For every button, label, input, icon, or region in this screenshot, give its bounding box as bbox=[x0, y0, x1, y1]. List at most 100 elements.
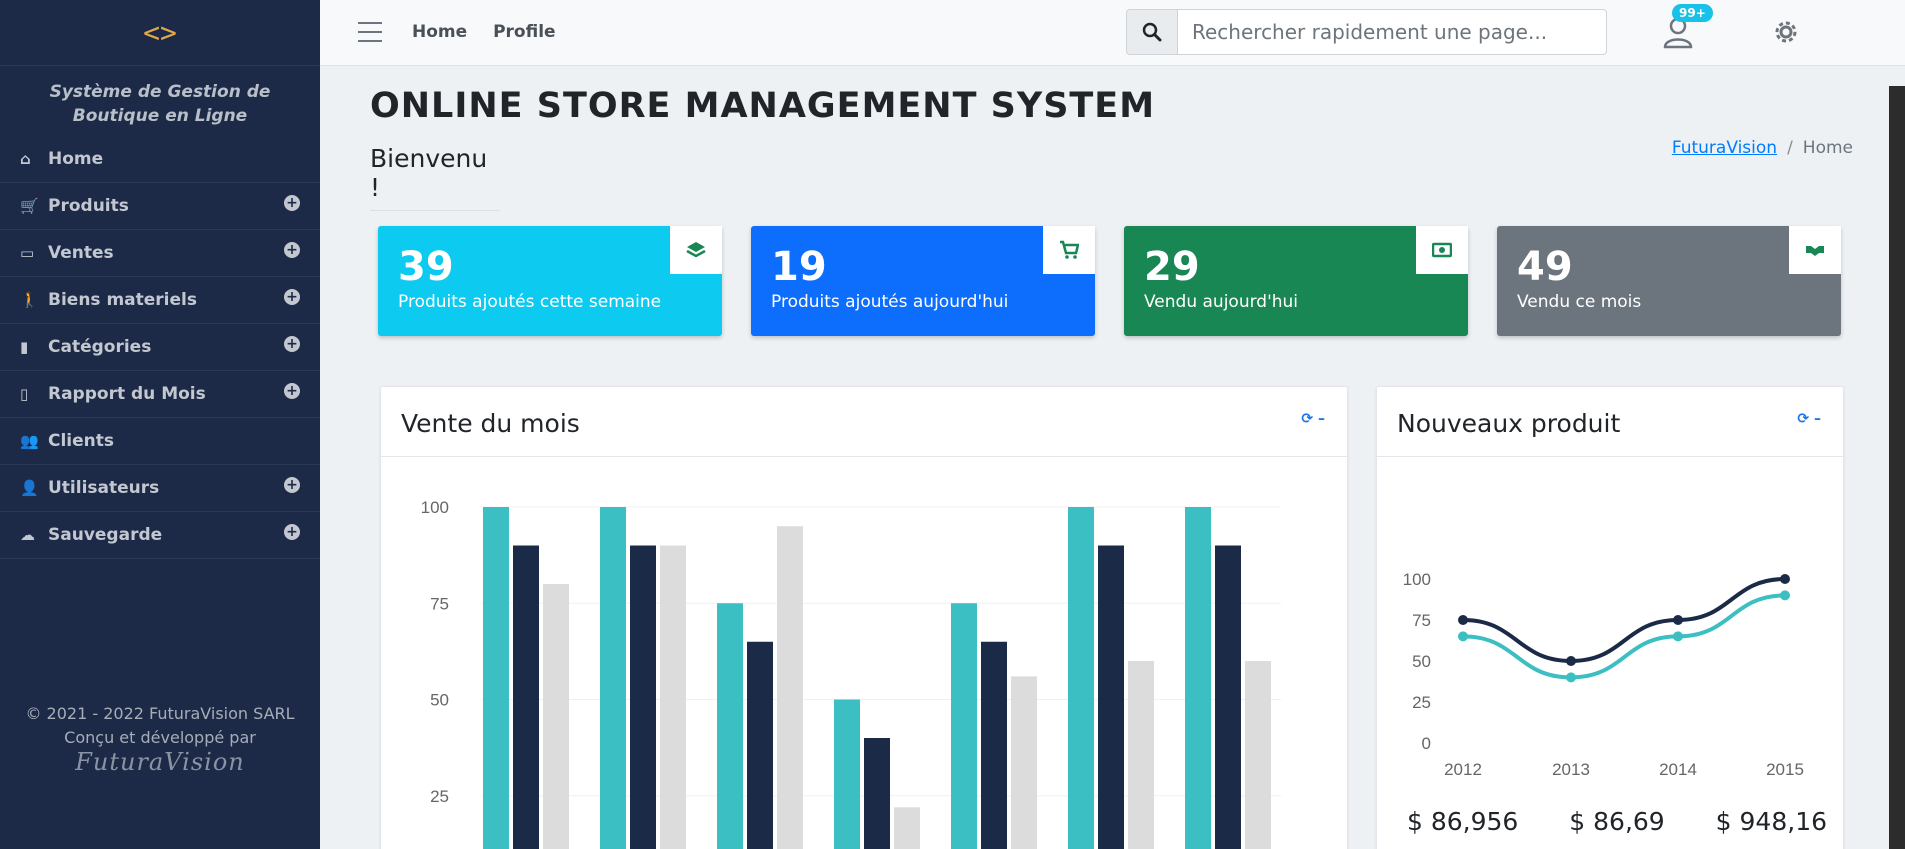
data-point[interactable] bbox=[1566, 672, 1576, 683]
data-point[interactable] bbox=[1458, 615, 1468, 625]
bar[interactable] bbox=[1128, 661, 1154, 849]
bar[interactable] bbox=[600, 507, 626, 849]
book-icon: ▮ bbox=[20, 338, 29, 356]
sidebar-item-label: Ventes bbox=[48, 243, 114, 263]
file-icon: ▯ bbox=[20, 385, 29, 403]
user-cog-icon: 👤 bbox=[20, 479, 39, 497]
nav-home-link[interactable]: Home bbox=[412, 22, 467, 42]
bar[interactable] bbox=[1245, 661, 1271, 849]
sidebar-item-label: Home bbox=[48, 149, 104, 169]
stat-value: 29 bbox=[1144, 244, 1200, 290]
sidebar: <> Système de Gestion de Boutique en Lig… bbox=[0, 0, 320, 849]
new-products-card-tools[interactable]: ⟳ – bbox=[1797, 411, 1821, 427]
sidebar-item-ventes[interactable]: ▭ Ventes + bbox=[0, 230, 320, 277]
expand-plus-icon[interactable]: + bbox=[284, 383, 300, 399]
data-point[interactable] bbox=[1673, 631, 1683, 642]
brand-logo[interactable]: <> bbox=[0, 0, 320, 66]
sales-bar-chart: 25 50 75 100 bbox=[421, 498, 1281, 849]
sidebar-item-label: Clients bbox=[48, 431, 115, 451]
sidebar-item-clients[interactable]: 👥 Clients bbox=[0, 418, 320, 465]
sidebar-item-rapport-du-mois[interactable]: ▯ Rapport du Mois + bbox=[0, 371, 320, 418]
top-nav: Home Profile bbox=[412, 22, 576, 42]
data-point[interactable] bbox=[1458, 631, 1468, 642]
handshake-icon bbox=[1806, 246, 1824, 256]
sidebar-item-cat-gories[interactable]: ▮ Catégories + bbox=[0, 324, 320, 371]
data-point[interactable] bbox=[1780, 590, 1790, 601]
sidebar-item-label: Rapport du Mois bbox=[48, 384, 206, 404]
page-title: ONLINE STORE MANAGEMENT SYSTEM bbox=[370, 86, 1156, 126]
system-name: Système de Gestion de Boutique en Ligne bbox=[49, 82, 271, 126]
amounts-row: $ 86,956 $ 86,69 $ 948,16 bbox=[1407, 807, 1827, 836]
expand-plus-icon[interactable]: + bbox=[284, 195, 300, 211]
breadcrumb-link[interactable]: FuturaVision bbox=[1672, 138, 1777, 158]
bar[interactable] bbox=[1215, 545, 1241, 849]
stat-box[interactable]: 29 Vendu aujourd'hui bbox=[1124, 226, 1468, 336]
bar[interactable] bbox=[894, 807, 920, 849]
bar[interactable] bbox=[1011, 676, 1037, 849]
bar[interactable] bbox=[717, 603, 743, 849]
search-input[interactable] bbox=[1177, 9, 1607, 55]
sidebar-footer: © 2021 - 2022 FuturaVision SARL Conçu et… bbox=[0, 702, 320, 774]
stat-box[interactable]: 39 Produits ajoutés cette semaine bbox=[378, 226, 722, 336]
bar[interactable] bbox=[483, 507, 509, 849]
y-tick-label: 25 bbox=[1412, 693, 1431, 712]
expand-plus-icon[interactable]: + bbox=[284, 289, 300, 305]
sales-card: Vente du mois ⟳ – 25 50 75 100 bbox=[380, 386, 1348, 849]
bar[interactable] bbox=[630, 545, 656, 849]
bar[interactable] bbox=[543, 584, 569, 849]
bar[interactable] bbox=[864, 738, 890, 849]
data-point[interactable] bbox=[1566, 656, 1576, 666]
stat-icon-box bbox=[1416, 226, 1468, 274]
new-products-card-header: Nouveaux produit ⟳ – bbox=[1377, 387, 1843, 457]
gear-icon[interactable] bbox=[1770, 16, 1802, 48]
data-point[interactable] bbox=[1673, 615, 1683, 625]
new-products-card: Nouveaux produit ⟳ – 0 25 50 75 100 2012 2013 2… bbox=[1376, 386, 1844, 849]
sales-card-title: Vente du mois bbox=[401, 409, 580, 438]
nav-profile-link[interactable]: Profile bbox=[493, 22, 555, 42]
home-icon: ⌂ bbox=[20, 150, 31, 168]
sidebar-item-home[interactable]: ⌂ Home bbox=[0, 136, 320, 183]
sidebar-item-biens-materiels[interactable]: 🚶 Biens materiels + bbox=[0, 277, 320, 324]
money-bill-icon bbox=[1432, 242, 1452, 258]
stat-label: Vendu ce mois bbox=[1517, 292, 1642, 312]
layers-icon bbox=[686, 242, 706, 258]
sidebar-item-label: Produits bbox=[48, 196, 129, 216]
sidebar-item-produits[interactable]: 🛒 Produits + bbox=[0, 183, 320, 230]
users-icon: 👥 bbox=[20, 432, 39, 450]
stat-box[interactable]: 19 Produits ajoutés aujourd'hui bbox=[751, 226, 1095, 336]
sales-card-tools[interactable]: ⟳ – bbox=[1301, 411, 1325, 427]
sidebar-item-sauvegarde[interactable]: ☁ Sauvegarde + bbox=[0, 512, 320, 559]
stat-box[interactable]: 49 Vendu ce mois bbox=[1497, 226, 1841, 336]
search-button[interactable] bbox=[1126, 9, 1178, 55]
scrollbar[interactable] bbox=[1889, 86, 1905, 849]
sidebar-item-utilisateurs[interactable]: 👤 Utilisateurs + bbox=[0, 465, 320, 512]
menu-toggle-icon[interactable] bbox=[358, 22, 382, 42]
bar[interactable] bbox=[981, 641, 1007, 849]
bar[interactable] bbox=[834, 699, 860, 849]
stat-icon-box bbox=[1789, 226, 1841, 274]
stat-icon-box bbox=[670, 226, 722, 274]
expand-plus-icon[interactable]: + bbox=[284, 477, 300, 493]
bar[interactable] bbox=[660, 545, 686, 849]
main-content: ONLINE STORE MANAGEMENT SYSTEM Bienvenu … bbox=[320, 66, 1905, 849]
x-tick-label: 2015 bbox=[1766, 760, 1804, 779]
bar[interactable] bbox=[1068, 507, 1094, 849]
amount-3: $ 948,16 bbox=[1715, 807, 1827, 836]
search-icon bbox=[1142, 22, 1162, 42]
bar[interactable] bbox=[513, 545, 539, 849]
bar[interactable] bbox=[747, 641, 773, 849]
stat-label: Produits ajoutés cette semaine bbox=[398, 292, 662, 312]
stat-value: 39 bbox=[398, 244, 454, 290]
bar[interactable] bbox=[1185, 507, 1211, 849]
expand-plus-icon[interactable]: + bbox=[284, 242, 300, 258]
series-line bbox=[1462, 577, 1786, 664]
money-icon: ▭ bbox=[20, 244, 35, 262]
expand-plus-icon[interactable]: + bbox=[284, 524, 300, 540]
bar[interactable] bbox=[1098, 545, 1124, 849]
bar[interactable] bbox=[777, 526, 803, 849]
bar[interactable] bbox=[951, 603, 977, 849]
data-point[interactable] bbox=[1780, 574, 1790, 584]
cart-icon: 🛒 bbox=[20, 197, 39, 215]
expand-plus-icon[interactable]: + bbox=[284, 336, 300, 352]
y-tick-label: 0 bbox=[1422, 734, 1431, 753]
